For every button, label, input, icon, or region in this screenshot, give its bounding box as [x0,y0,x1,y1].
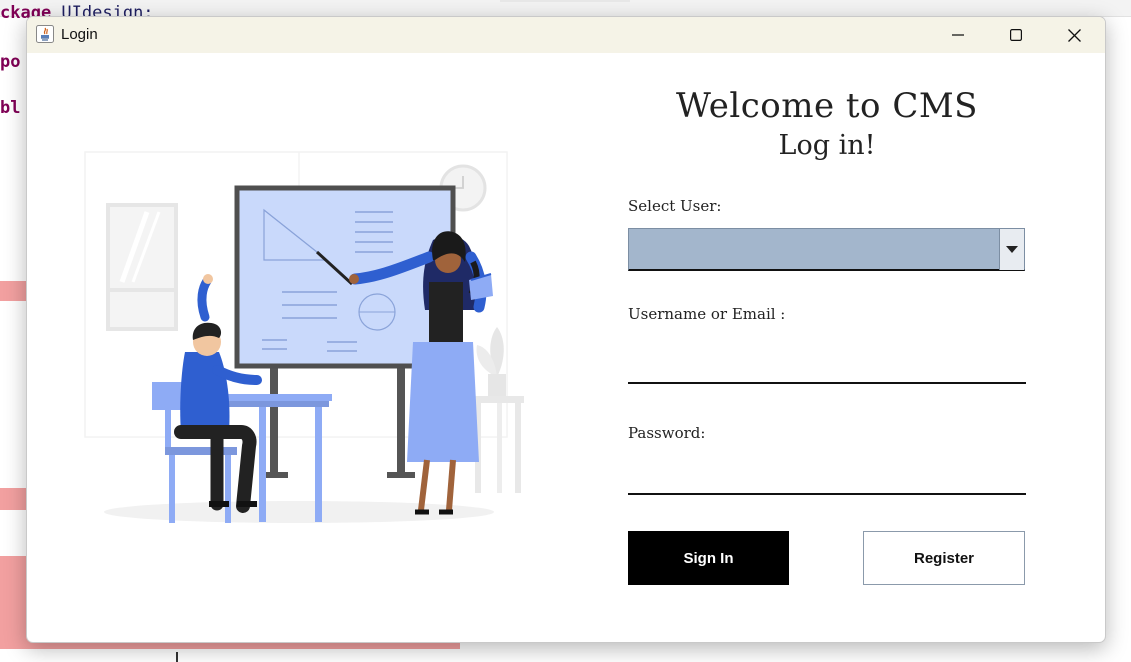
password-field[interactable] [628,457,1026,495]
code-line-public: bl [0,98,21,118]
register-button[interactable]: Register [863,531,1025,585]
sign-in-button[interactable]: Sign In [628,531,789,585]
maximize-button[interactable] [987,17,1045,53]
minimize-icon [952,34,964,36]
window-title: Login [61,26,98,43]
username-field[interactable] [628,346,1026,384]
login-subheading: Log in! [778,130,876,161]
title-bar[interactable]: Login [27,17,1105,53]
close-button[interactable] [1045,17,1103,53]
select-user-label: Select User: [628,197,722,215]
editor-tab-strip [500,0,630,2]
username-label: Username or Email : [628,305,786,323]
maximize-icon [1010,29,1022,41]
select-user-dropdown[interactable] [628,228,1025,271]
java-app-icon [36,25,54,43]
dropdown-arrow-button[interactable] [999,229,1024,270]
classroom-illustration [84,151,524,523]
chevron-down-icon [1006,245,1018,253]
password-label: Password: [628,424,706,442]
login-window: Login Welcome to CMS Log in! Select User… [26,16,1106,643]
close-icon [1067,28,1081,42]
minimize-button[interactable] [929,17,987,53]
welcome-heading: Welcome to CMS [676,86,978,126]
editor-top-bar [0,0,1131,17]
window-decoration-icon [106,203,178,331]
code-fragment [176,652,178,662]
plant-icon [472,327,524,493]
code-line-import: po [0,52,21,72]
